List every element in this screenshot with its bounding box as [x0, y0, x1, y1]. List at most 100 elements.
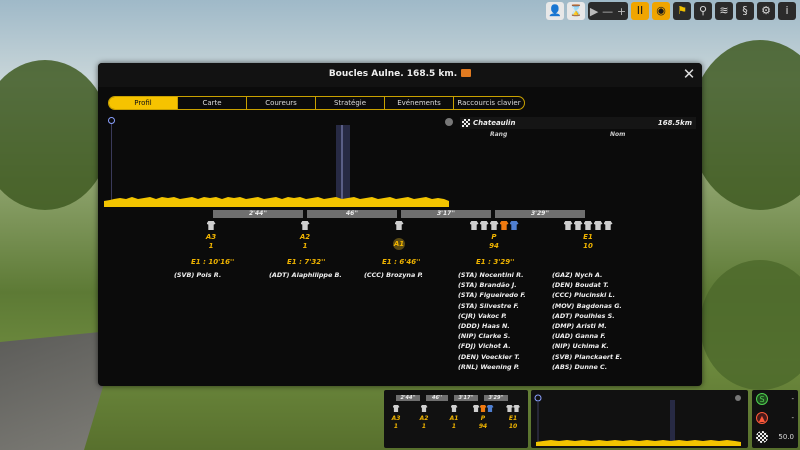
rider-list-peloton: (STA) Nocentini R. (STA) Brandão J. (STA…	[458, 270, 526, 372]
rider-list-a1: (CCC) Brozyna P.	[364, 270, 423, 280]
group-a2[interactable]: A2 1	[290, 221, 320, 251]
rider-name[interactable]: (STA) Nocentini R.	[458, 270, 526, 280]
background-tree	[0, 60, 110, 210]
rider-shirt-icon	[206, 221, 216, 230]
rider-shirt-icon	[506, 405, 513, 412]
column-nom: Nom	[610, 131, 626, 138]
rider-name[interactable]: (GAZ) Nych A.	[552, 270, 622, 280]
rider-name[interactable]: (SVB) Pols R.	[174, 270, 221, 280]
play-icon[interactable]: ▶	[590, 5, 598, 18]
mini-group-a3: A3 1	[388, 405, 404, 431]
plus-icon[interactable]: +	[617, 5, 626, 18]
mini-profile-panel[interactable]	[531, 390, 748, 448]
rider-name[interactable]: (STA) Silvestre F.	[458, 301, 526, 311]
rider-name[interactable]: (ADT) Poulhies S.	[552, 311, 622, 321]
tab-profil[interactable]: Profil	[109, 97, 178, 109]
group-count: 1	[302, 242, 308, 250]
group-label: A2	[299, 233, 311, 241]
rider-name[interactable]: (MOV) Bagdonas G.	[552, 301, 622, 311]
s-icon[interactable]: §	[736, 2, 754, 20]
mini-group-label: P	[480, 415, 486, 422]
settings-icon[interactable]: ⚙	[757, 2, 775, 20]
rider-name[interactable]: (DMP) Aristi M.	[552, 321, 622, 331]
rider-shirt-icon	[450, 405, 458, 412]
rider-name[interactable]: (ABS) Dunne C.	[552, 362, 622, 372]
flag-icon[interactable]: ⚑	[673, 2, 691, 20]
group-peloton[interactable]: P 94	[456, 221, 532, 251]
rider-name[interactable]: (CJR) Vakoc P.	[458, 311, 526, 321]
rider-name[interactable]: (RNL) Weening P.	[458, 362, 526, 372]
eye-icon[interactable]: ◉	[652, 2, 670, 20]
rider-name[interactable]: (NIP) Uchima K.	[552, 341, 622, 351]
gap-bar: 3'17''	[401, 210, 491, 218]
close-button[interactable]: ✕	[682, 67, 696, 82]
mini-group-peloton: P 94	[468, 405, 498, 431]
minus-icon[interactable]: —	[602, 5, 613, 18]
side-value-3: 50.0	[778, 433, 794, 441]
rider-name[interactable]: (DDD) Haas N.	[458, 321, 526, 331]
mini-gap-bar: 3'17''	[454, 395, 478, 401]
rider-name[interactable]: (UAD) Ganna F.	[552, 331, 622, 341]
speed-icon[interactable]: ≋	[715, 2, 733, 20]
group-label: P	[491, 233, 497, 241]
user-icon[interactable]: 👤	[546, 2, 564, 20]
tab-carte[interactable]: Carte	[178, 97, 247, 109]
rider-shirt-icon	[300, 221, 310, 230]
mini-gap-bar: 46''	[426, 395, 448, 401]
finish-place: Chateaulin	[473, 119, 516, 127]
checkered-flag-icon[interactable]	[756, 431, 768, 443]
mini-group-count: 1	[421, 423, 427, 430]
speed-control[interactable]: ▶ — +	[588, 2, 628, 20]
race-info-modal: Boucles Aulne. 168.5 km. ✕ Profil Carte …	[98, 63, 702, 386]
rider-shirt-icon	[394, 221, 404, 230]
mini-group-label: E1	[508, 415, 518, 422]
group-gap: E1 : 3'29''	[476, 258, 515, 266]
info-icon[interactable]: i	[778, 2, 796, 20]
rider-shirt-icon	[479, 221, 489, 230]
rider-name[interactable]: (STA) Figueiredo F.	[458, 290, 526, 300]
tab-evenements[interactable]: Evénements	[385, 97, 454, 109]
rider-name[interactable]: (CCC) Brozyna P.	[364, 270, 423, 280]
rider-name[interactable]: (STA) Brandão J.	[458, 280, 526, 290]
rider-shirt-icon	[513, 405, 520, 412]
rider-name[interactable]: (CCC) Plucinski L.	[552, 290, 622, 300]
side-stats-panel: S - ▲ - 50.0	[752, 390, 798, 448]
rider-shirt-icon	[509, 221, 519, 230]
tab-strategie[interactable]: Stratégie	[316, 97, 385, 109]
rider-name[interactable]: (ADT) Alaphilippe B.	[269, 270, 342, 280]
group-a3[interactable]: A3 1	[196, 221, 226, 251]
rider-shirt-icon	[392, 405, 400, 412]
group-e1[interactable]: E1 10	[553, 221, 623, 251]
mini-profile-graph	[534, 394, 741, 446]
hourglass-icon[interactable]: ⌛	[567, 2, 585, 20]
group-a1[interactable]: A1	[384, 221, 414, 250]
mini-group-count: 94	[478, 423, 488, 430]
mini-group-count: 1	[451, 423, 457, 430]
rider-list-a2: (ADT) Alaphilippe B.	[269, 270, 342, 280]
rider-name[interactable]: (DEN) Voeckler T.	[458, 352, 526, 362]
mini-groups-panel[interactable]: 2'44'' 46'' 3'17'' 3'29'' A3 1 A2 1 A1 1…	[384, 390, 528, 448]
tab-raccourcis-clavier[interactable]: Raccourcis clavier	[454, 97, 524, 109]
mini-group-label: A3	[391, 415, 401, 422]
mini-finish-dot-icon	[735, 395, 741, 401]
bike-icon[interactable]: ⚲	[694, 2, 712, 20]
rider-name[interactable]: (DEN) Boudat T.	[552, 280, 622, 290]
mini-group-count: 10	[508, 423, 518, 430]
game-toolbar: 👤 ⌛ ▶ — + II ◉ ⚑ ⚲ ≋ § ⚙ i	[546, 2, 796, 20]
finish-dot-icon	[445, 118, 453, 126]
rider-name[interactable]: (FDJ) Vichot A.	[458, 341, 526, 351]
s-icon[interactable]: S	[756, 393, 768, 405]
image-icon	[461, 69, 472, 77]
rider-name[interactable]: (NIP) Clarke S.	[458, 331, 526, 341]
mini-profile-area	[536, 440, 741, 446]
rider-shirt-icon	[420, 405, 428, 412]
pause-icon[interactable]: II	[631, 2, 649, 20]
rider-name[interactable]: (SVB) Planckaert E.	[552, 352, 622, 362]
gap-bar: 2'44''	[213, 210, 303, 218]
tab-coureurs[interactable]: Coureurs	[247, 97, 316, 109]
mini-group-count: 1	[393, 423, 399, 430]
rider-shirt-icon	[573, 221, 583, 230]
chart-icon[interactable]: ▲	[756, 412, 768, 424]
rider-list-a3: (SVB) Pols R.	[174, 270, 221, 280]
group-count: 10	[583, 242, 593, 250]
